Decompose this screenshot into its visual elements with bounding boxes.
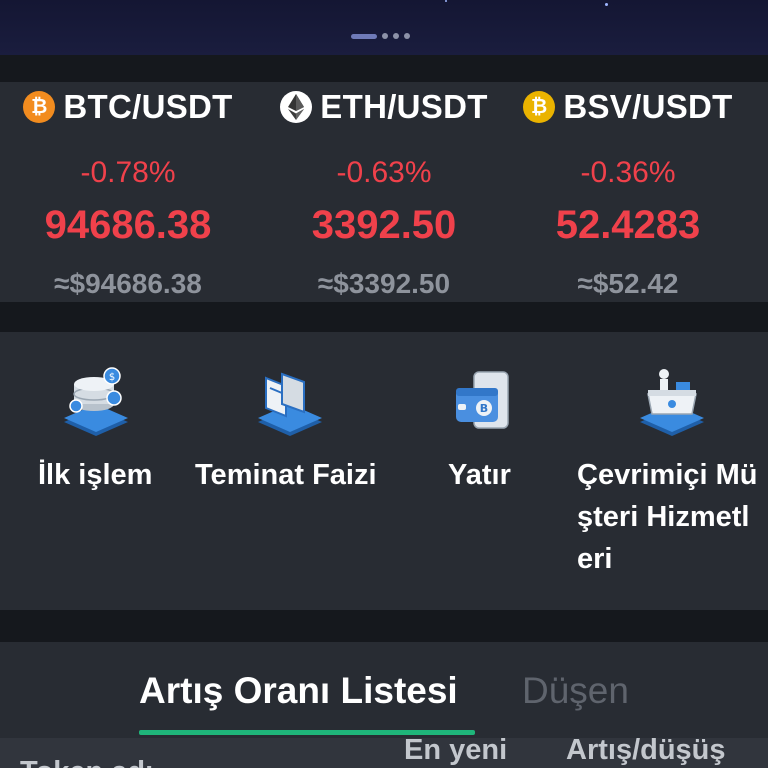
column-token-name: Token adı <box>20 756 153 768</box>
ticker-pair: ₿ BSV/USDT <box>500 88 756 126</box>
ticker-price: 94686.38 <box>44 203 212 247</box>
banner-star <box>445 0 447 2</box>
ticker-pair-label: BSV/USDT <box>563 88 733 125</box>
banner-dot <box>404 33 410 39</box>
promo-banner[interactable] <box>0 0 768 55</box>
ticker-usd-value: ≈$3392.50 <box>317 268 451 299</box>
eth-coin-icon <box>280 91 313 123</box>
action-label-line: şteri Hizmetl <box>577 501 750 533</box>
action-first-trade[interactable]: $ İlk işlem <box>0 332 190 610</box>
banner-dot-active <box>351 33 377 39</box>
ticker-pair-label: BTC/USDT <box>63 88 233 125</box>
btc-coin-icon: ₿ <box>23 91 56 123</box>
ranking-tabs: Artış Oranı Listesi Düşen Token adı En y… <box>0 642 768 768</box>
wallet-phone-icon: B <box>456 371 509 429</box>
cards-stack-icon <box>258 372 322 436</box>
ticker-change: -0.36% <box>580 156 676 189</box>
action-label-line: eri <box>577 543 613 575</box>
banner-page-indicator <box>351 33 410 39</box>
column-latest-price: En yeni <box>404 738 508 766</box>
action-label: Yatır <box>448 459 511 491</box>
tab-losers[interactable]: Düşen <box>522 670 629 712</box>
ticker-eth-usdt[interactable]: ETH/USDT -0.63% 3392.50 ≈$3392.50 <box>256 82 512 302</box>
svg-text:$: $ <box>109 372 115 383</box>
quick-actions: $ İlk işlem Teminat Faizi B Yatır Çevrim… <box>0 332 768 610</box>
action-label: İlk işlem <box>38 459 153 491</box>
ticker-pair: ₿ BTC/USDT <box>0 88 256 126</box>
market-ticker: ₿ BTC/USDT -0.78% 94686.38 ≈$94686.38 ET… <box>0 82 768 302</box>
database-coins-icon: $ <box>64 367 128 436</box>
ticker-price: 52.4283 <box>555 203 701 247</box>
banner-dot <box>382 33 388 39</box>
section-divider <box>0 302 768 332</box>
action-customer-service[interactable]: Çevrimiçi Mü şteri Hizmetl eri <box>570 332 768 610</box>
ticker-usd-value: ≈$52.42 <box>577 268 679 299</box>
action-label: Teminat Faizi <box>195 459 377 491</box>
ticker-btc-usdt[interactable]: ₿ BTC/USDT -0.78% 94686.38 ≈$94686.38 <box>0 82 256 302</box>
action-label-multiline: Çevrimiçi Mü şteri Hizmetl eri <box>577 454 758 580</box>
tab-gainers[interactable]: Artış Oranı Listesi <box>139 670 458 712</box>
ticker-change: -0.78% <box>80 156 176 189</box>
bsv-coin-icon: ₿ <box>523 91 556 123</box>
action-margin-interest[interactable]: Teminat Faizi <box>190 332 390 610</box>
svg-text:B: B <box>480 402 488 415</box>
action-deposit[interactable]: B Yatır <box>420 332 550 610</box>
action-label-line: Çevrimiçi Mü <box>577 459 758 491</box>
column-change: Artış/düşüş <box>566 738 726 766</box>
active-tab-indicator <box>139 730 475 735</box>
section-divider <box>0 55 768 82</box>
section-divider <box>0 610 768 642</box>
banner-star <box>605 3 608 6</box>
ticker-price: 3392.50 <box>311 203 457 247</box>
service-desk-icon <box>640 369 704 436</box>
ticker-pair: ETH/USDT <box>256 88 512 126</box>
banner-dot <box>393 33 399 39</box>
ticker-change: -0.63% <box>336 156 432 189</box>
ticker-pair-label: ETH/USDT <box>320 88 488 125</box>
ticker-usd-value: ≈$94686.38 <box>54 268 202 299</box>
ticker-bsv-usdt[interactable]: ₿ BSV/USDT -0.36% 52.4283 ≈$52.42 <box>500 82 756 302</box>
list-header: Token adı En yeni Artış/düşüş <box>0 738 768 768</box>
